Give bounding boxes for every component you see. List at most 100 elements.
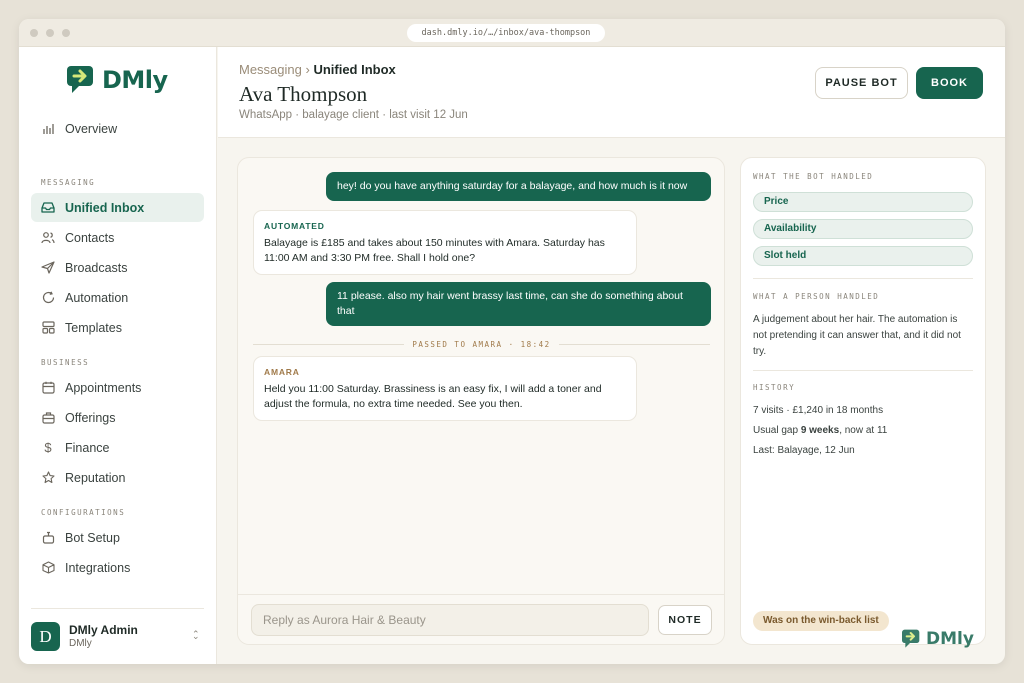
person-handled-text: A judgement about her hair. The automati…	[753, 314, 961, 357]
inbox-icon	[41, 201, 55, 215]
history-gap-suffix: , now at 11	[839, 425, 888, 436]
sidebar-item-label: Appointments	[65, 380, 142, 395]
sidebar-item-unified-inbox[interactable]: Unified Inbox	[31, 193, 204, 222]
sidebar-item-offerings[interactable]: Offerings	[31, 403, 204, 432]
section-label-configurations: CONFIGURATIONS	[41, 508, 126, 517]
divider	[31, 608, 204, 609]
sidebar-item-integrations[interactable]: Integrations	[31, 553, 204, 582]
divider	[253, 343, 405, 345]
sidebar-item-label: Reputation	[65, 470, 126, 485]
minimize-dot[interactable]	[46, 29, 54, 37]
cube-icon	[41, 561, 55, 575]
sidebar-item-bot-setup[interactable]: Bot Setup	[31, 523, 204, 552]
browser-titlebar: dash.dmly.io/…/inbox/ava-thompson	[19, 19, 1005, 47]
divider	[558, 343, 711, 345]
bot-icon	[41, 531, 55, 545]
sidebar-item-label: Broadcasts	[65, 260, 128, 275]
breadcrumb-current: Unified Inbox	[313, 62, 396, 77]
history-visits: 7 visits · £1,240 in 18 months	[753, 405, 884, 416]
sidebar-item-label: Overview	[65, 121, 118, 136]
history-last: Last: Balayage, 12 Jun	[753, 445, 855, 456]
sidebar-item-label: Finance	[65, 440, 110, 455]
message-outgoing: 11 please. also my hair went brassy last…	[326, 282, 711, 326]
composer: NOTE	[238, 594, 724, 644]
sidebar-item-contacts[interactable]: Contacts	[31, 223, 204, 252]
message-text: 11 please. also my hair went brassy last…	[337, 290, 683, 317]
history-gap-prefix: Usual gap	[753, 425, 801, 436]
note-button[interactable]: NOTE	[658, 605, 712, 635]
sidebar-item-automation[interactable]: Automation	[31, 283, 204, 312]
sidebar: DMly Overview MESSAGING Unified Inbox Co…	[19, 47, 217, 664]
profile-org: DMly	[69, 638, 92, 649]
users-icon	[41, 231, 55, 245]
bot-handled-heading: WHAT THE BOT HANDLED	[753, 172, 874, 181]
maximize-dot[interactable]	[62, 29, 70, 37]
contact-subtitle: WhatsApp · balayage client · last visit …	[239, 109, 468, 121]
handoff-label: PASSED TO AMARA · 18:42	[412, 339, 551, 349]
refresh-icon	[41, 291, 55, 305]
message-incoming: AUTOMATED Balayage is £185 and takes abo…	[253, 210, 637, 275]
close-dot[interactable]	[30, 29, 38, 37]
context-panel: WHAT THE BOT HANDLED Price Availability …	[740, 157, 986, 645]
brand-logo[interactable]: DMly	[66, 65, 168, 95]
briefcase-icon	[41, 411, 55, 425]
chat-thread: hey! do you have anything saturday for a…	[237, 157, 725, 645]
divider	[753, 370, 973, 371]
message-outgoing: hey! do you have anything saturday for a…	[326, 172, 711, 201]
history-gap-value: 9 weeks	[800, 425, 840, 436]
logo-wordmark: DMly	[102, 66, 168, 94]
sidebar-item-label: Offerings	[65, 410, 116, 425]
winback-badge: Was on the win-back list	[753, 611, 889, 631]
sidebar-item-label: Automation	[65, 290, 129, 305]
page-title: Ava Thompson	[239, 82, 368, 106]
bot-handled-tag: Availability	[753, 219, 973, 239]
logo-icon	[902, 629, 920, 648]
send-icon	[41, 261, 55, 275]
window-controls	[30, 29, 70, 37]
history-gap: Usual gap 9 weeks, now at 11	[753, 423, 973, 439]
sidebar-item-reputation[interactable]: Reputation	[31, 463, 204, 492]
pause-bot-button[interactable]: PAUSE BOT	[815, 67, 908, 99]
message-text: hey! do you have anything saturday for a…	[337, 180, 688, 192]
message-label-amara: AMARA	[264, 367, 300, 377]
layout-icon	[41, 321, 55, 335]
history-heading: HISTORY	[753, 383, 796, 392]
divider	[753, 278, 973, 279]
watermark-logo: DMly	[901, 629, 974, 649]
profile-name: DMly Admin	[69, 623, 138, 637]
url-bar[interactable]: dash.dmly.io/…/inbox/ava-thompson	[407, 24, 605, 42]
bot-handled-tag: Slot held	[753, 246, 973, 266]
bar-chart-icon	[41, 122, 55, 136]
message-text: Balayage is £185 and takes about 150 min…	[264, 237, 605, 264]
sidebar-item-label: Templates	[65, 320, 122, 335]
section-label-business: BUSINESS	[41, 358, 90, 367]
section-label-messaging: MESSAGING	[41, 178, 96, 187]
handoff-divider: PASSED TO AMARA · 18:42	[253, 338, 711, 350]
sidebar-item-label: Integrations	[65, 560, 131, 575]
logo-icon	[67, 66, 93, 93]
person-handled-heading: WHAT A PERSON HANDLED	[753, 292, 880, 301]
sidebar-item-label: Bot Setup	[65, 530, 120, 545]
bot-handled-tag: Price	[753, 192, 973, 212]
reply-input[interactable]	[251, 604, 649, 636]
sidebar-item-templates[interactable]: Templates	[31, 313, 204, 342]
sidebar-item-label: Unified Inbox	[65, 200, 145, 215]
breadcrumb-parent[interactable]: Messaging ›	[239, 62, 310, 77]
sidebar-item-broadcasts[interactable]: Broadcasts	[31, 253, 204, 282]
app-window: dash.dmly.io/…/inbox/ava-thompson DMly O…	[19, 19, 1005, 664]
sidebar-item-label: Contacts	[65, 230, 115, 245]
dollar-icon: $	[44, 440, 52, 455]
book-button[interactable]: BOOK	[916, 67, 983, 99]
sidebar-item-finance[interactable]: $ Finance	[31, 433, 204, 462]
sidebar-item-overview[interactable]: Overview	[31, 114, 204, 143]
watermark-wordmark: DMly	[926, 629, 974, 649]
message-label-automated: AUTOMATED	[264, 221, 325, 231]
conversation-header: Messaging › Unified Inbox Ava Thompson W…	[218, 47, 1005, 138]
calendar-icon	[41, 381, 55, 395]
chevron-updown-icon[interactable]: ⌃ ⌄	[192, 629, 200, 651]
star-icon	[41, 471, 55, 485]
sidebar-item-appointments[interactable]: Appointments	[31, 373, 204, 402]
avatar[interactable]: D	[31, 622, 60, 651]
breadcrumb: Messaging › Unified Inbox	[239, 62, 396, 77]
message-text: Held you 11:00 Saturday. Brassiness is a…	[264, 383, 602, 410]
